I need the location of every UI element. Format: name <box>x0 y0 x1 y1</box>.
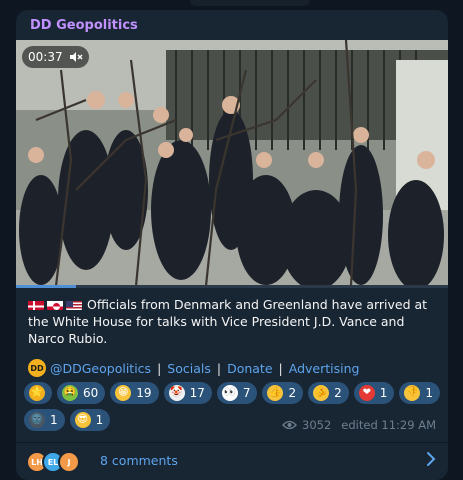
reaction-clown-face[interactable]: 🤡 17 <box>163 382 212 404</box>
star-icon: ⭐ <box>29 385 45 401</box>
channel-post: DD Geopolitics 00:37 Officials from Denm… <box>16 10 448 480</box>
message-text: Officials from Denmark and Greenland hav… <box>28 296 438 347</box>
thumbs-down-icon: 👎 <box>404 385 421 401</box>
advertising-link[interactable]: Advertising <box>289 361 360 376</box>
views-eye-icon <box>282 420 297 430</box>
commenter-avatar: J <box>58 451 80 473</box>
reaction-thumbs-down[interactable]: 👎 1 <box>399 382 441 404</box>
clown-face-icon: 🤡 <box>168 385 185 401</box>
nauseated-face-icon: 🤮 <box>62 385 78 401</box>
link-separator: | <box>216 360 222 376</box>
grinning-face-icon: 😁 <box>115 385 132 401</box>
video-progress-fill <box>16 285 77 288</box>
reaction-nauseated-face[interactable]: 🤮 60 <box>57 382 106 404</box>
comments-bar[interactable]: LH EL J 8 comments <box>16 442 448 480</box>
reaction-count: 1 <box>379 386 388 400</box>
link-separator: | <box>278 360 283 376</box>
video-progress-bar[interactable] <box>16 285 448 288</box>
reaction-eyes[interactable]: 👀 7 <box>216 382 258 404</box>
red-heart-icon: ❤ <box>358 385 375 401</box>
video-player[interactable]: 00:37 <box>16 40 448 286</box>
video-frame <box>16 40 448 286</box>
video-time: 00:37 <box>28 50 63 64</box>
reaction-count: 17 <box>189 386 205 400</box>
reaction-count: 2 <box>288 386 297 400</box>
reaction-sunglasses-face[interactable]: 😎 1 <box>69 409 111 431</box>
chevron-right-icon[interactable] <box>426 451 436 467</box>
reaction-count: 60 <box>83 386 99 400</box>
reaction-new-moon-face[interactable]: 🌚 1 <box>24 409 65 431</box>
reaction-pointing-hand[interactable]: 🫵 2 <box>308 382 349 404</box>
reaction-grinning-face[interactable]: 😁 19 <box>110 382 159 404</box>
channel-name[interactable]: DD Geopolitics <box>30 18 138 33</box>
channel-logo-icon: DD <box>28 359 46 377</box>
video-time-badge: 00:37 <box>22 46 89 68</box>
new-moon-face-icon: 🌚 <box>29 412 45 428</box>
channel-links: DD @DDGeopolitics | Socials | Donate | A… <box>28 359 359 377</box>
mute-icon[interactable] <box>69 51 83 63</box>
socials-link[interactable]: Socials <box>167 361 211 376</box>
greenland-flag-icon <box>47 299 63 310</box>
reaction-count: 2 <box>334 386 342 400</box>
edited-timestamp: edited 11:29 AM <box>341 418 436 432</box>
reaction-count: 1 <box>425 386 434 400</box>
comments-link[interactable]: 8 comments <box>100 453 178 468</box>
usa-flag-icon <box>66 299 82 310</box>
message-body: Officials from Denmark and Greenland hav… <box>28 297 428 346</box>
commenter-avatars: LH EL J <box>26 451 80 473</box>
link-separator: | <box>157 360 162 376</box>
eyes-icon: 👀 <box>221 385 238 401</box>
reaction-count: 1 <box>50 413 58 427</box>
handle-link[interactable]: @DDGeopolitics <box>50 361 151 376</box>
thumbs-up-icon: 👍 <box>267 385 284 401</box>
reaction-count: 1 <box>95 413 104 427</box>
post-meta: 3052 edited 11:29 AM <box>282 418 436 432</box>
view-count: 3052 <box>302 418 332 432</box>
flag-group <box>28 299 82 310</box>
reaction-thumbs-up[interactable]: 👍 2 <box>262 382 304 404</box>
reaction-count: 19 <box>136 386 152 400</box>
pointing-hand-icon: 🫵 <box>313 385 330 401</box>
reaction-count: 7 <box>242 386 251 400</box>
previous-message-edge <box>190 0 310 6</box>
donate-link[interactable]: Donate <box>227 361 272 376</box>
reaction-star[interactable]: ⭐ <box>24 382 52 404</box>
reaction-red-heart[interactable]: ❤ 1 <box>353 382 395 404</box>
sunglasses-face-icon: 😎 <box>74 412 91 428</box>
denmark-flag-icon <box>28 299 44 310</box>
